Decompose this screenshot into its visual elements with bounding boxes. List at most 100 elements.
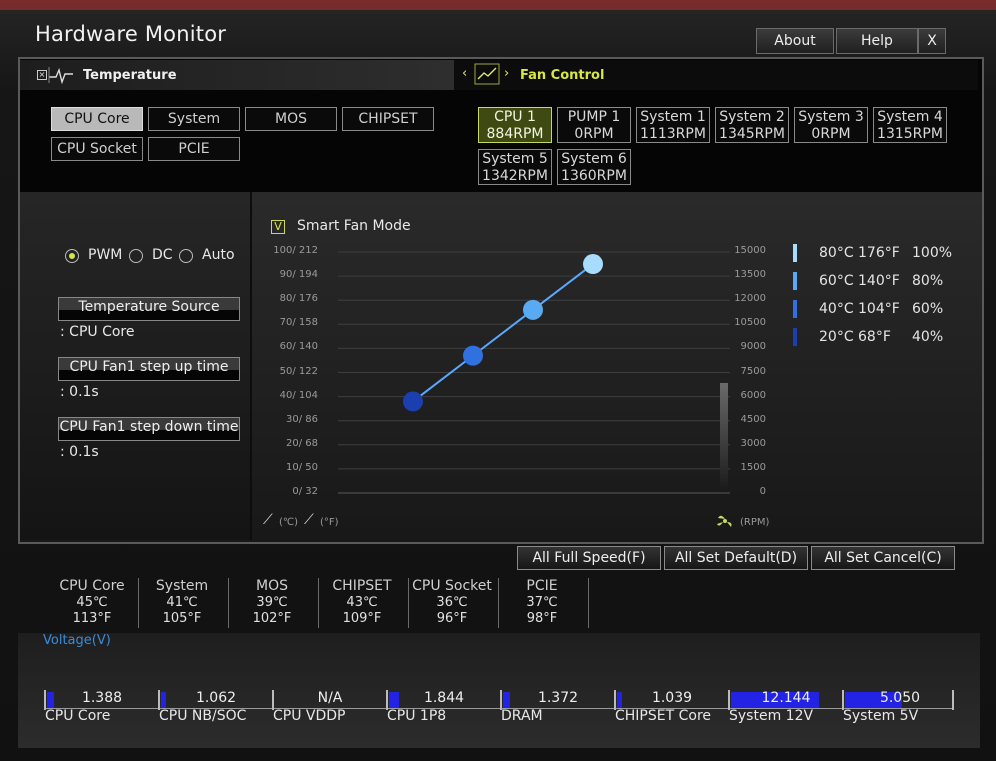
reading-f: 113°F	[72, 611, 112, 626]
voltage-label: CPU NB/SOC	[159, 708, 247, 724]
fan-btn-cpu1[interactable]: CPU 1 884RPM	[478, 107, 552, 143]
thermometer-c-icon: ⟋	[263, 512, 273, 528]
voltage-end-tick	[952, 690, 954, 710]
legend-swatch	[793, 272, 797, 290]
step-up-time-button[interactable]: CPU Fan1 step up time	[58, 357, 240, 381]
temp-tick: 90/ 194	[279, 269, 318, 281]
rpm-tick: 9000	[740, 341, 766, 353]
chevron-left-icon[interactable]: ‹	[462, 66, 467, 81]
voltage-label: System 12V	[729, 708, 814, 724]
legend-swatch	[793, 300, 797, 318]
step-down-time-button[interactable]: CPU Fan1 step down time	[58, 417, 240, 441]
close-button[interactable]: X	[918, 28, 946, 54]
legend-swatch	[793, 244, 797, 262]
temp-tick: 50/ 122	[279, 365, 318, 377]
about-button[interactable]: About	[756, 28, 834, 54]
current-rpm-indicator	[720, 383, 728, 491]
temp-btn-pcie[interactable]: PCIE	[148, 137, 240, 161]
reading-name: PCIE	[526, 578, 558, 594]
temp-btn-cpu-socket[interactable]: CPU Socket	[51, 137, 143, 161]
temp-tick: 0/ 32	[292, 486, 318, 497]
temp-reading: CPU Core 45℃ 113°F	[48, 578, 136, 628]
mode-auto-radio[interactable]	[179, 249, 193, 263]
temp-reading: CPU Socket 36℃ 96°F	[408, 578, 496, 628]
voltage-label: CPU VDDP	[273, 708, 346, 724]
window-title: Hardware Monitor	[35, 22, 227, 46]
rpm-tick: 7500	[740, 365, 766, 377]
curve-point[interactable]	[403, 391, 423, 412]
legend-temp-c_label: 60°C	[819, 273, 854, 289]
unit-fahrenheit: (°F)	[320, 517, 339, 528]
help-button[interactable]: Help	[836, 28, 918, 54]
legend-temp-c_label: 80°C	[819, 245, 854, 261]
reading-name: CPU Core	[59, 578, 125, 594]
reading-f: 98°F	[526, 611, 558, 626]
temp-tick: 100/ 212	[273, 245, 318, 256]
fan-name: System 3	[798, 109, 864, 125]
smart-fan-checkbox[interactable]: V	[271, 220, 285, 234]
thermometer-f-icon: ⟋	[304, 512, 314, 528]
curve-point[interactable]	[463, 345, 483, 366]
temp-btn-cpu-core[interactable]: CPU Core	[51, 107, 143, 131]
unit-celsius: (℃)	[279, 517, 299, 528]
temperature-header-label: Temperature	[83, 68, 177, 83]
smart-fan-label: Smart Fan Mode	[297, 218, 411, 234]
mode-pwm-radio[interactable]	[65, 249, 79, 263]
voltage-tick	[728, 690, 730, 710]
voltage-bar	[503, 692, 510, 708]
fan-rpm: 1345RPM	[719, 126, 785, 142]
temp-tick: 80/ 176	[279, 293, 318, 305]
reading-c: 36℃	[436, 594, 468, 610]
fan-rpm: 1315RPM	[877, 126, 943, 142]
voltage-value: N/A	[317, 690, 343, 706]
voltage-label: CPU Core	[45, 708, 111, 724]
collapse-icon[interactable]: ×	[37, 70, 47, 80]
fan-btn-system5[interactable]: System 5 1342RPM	[478, 149, 552, 185]
temp-reading: CHIPSET 43℃ 109°F	[318, 578, 406, 628]
fan-btn-system4[interactable]: System 4 1315RPM	[873, 107, 947, 143]
fan-rpm: 0RPM	[574, 126, 614, 142]
rpm-tick: 0	[759, 486, 766, 497]
voltage-value: 12.144	[761, 690, 811, 706]
temp-btn-mos[interactable]: MOS	[245, 107, 337, 131]
reading-c: 39℃	[256, 594, 288, 610]
fan-name: System 5	[482, 151, 548, 167]
temperature-source-button[interactable]: Temperature Source	[58, 297, 240, 321]
curve-point[interactable]	[523, 299, 543, 320]
voltage-value: 1.372	[537, 690, 579, 706]
voltage-tick	[272, 690, 274, 710]
fan-curve-graph[interactable]	[252, 240, 792, 530]
fan-btn-system2[interactable]: System 2 1345RPM	[715, 107, 789, 143]
voltage-tick	[158, 690, 160, 710]
legend-swatch	[793, 328, 797, 346]
reading-c: 45℃	[76, 594, 108, 610]
all-full-speed-button[interactable]: All Full Speed(F)	[517, 546, 661, 570]
fan-btn-system6[interactable]: System 6 1360RPM	[557, 149, 631, 185]
fan-name: System 4	[877, 109, 943, 125]
voltage-tick	[614, 690, 616, 710]
voltage-label: CHIPSET Core	[615, 708, 712, 724]
step-up-time-value: : 0.1s	[60, 384, 99, 400]
mode-dc-radio[interactable]	[129, 249, 143, 263]
all-set-default-button[interactable]: All Set Default(D)	[664, 546, 808, 570]
voltage-tick	[842, 690, 844, 710]
fan-btn-system3[interactable]: System 3 0RPM	[794, 107, 868, 143]
fan-control-header-label: Fan Control	[520, 68, 605, 83]
fan-name: System 1	[640, 109, 706, 125]
fan-btn-pump1[interactable]: PUMP 1 0RPM	[557, 107, 631, 143]
temp-tick: 20/ 68	[286, 437, 318, 449]
temp-btn-chipset[interactable]: CHIPSET	[342, 107, 434, 131]
temp-btn-system[interactable]: System	[148, 107, 240, 131]
temp-tick: 60/ 140	[279, 341, 318, 353]
curve-point[interactable]	[583, 254, 603, 275]
voltage-tick	[500, 690, 502, 710]
voltage-label: DRAM	[501, 708, 543, 724]
unit-rpm: (RPM)	[740, 517, 770, 528]
voltage-value: 1.039	[651, 690, 693, 706]
fan-name: CPU 1	[494, 109, 536, 125]
legend-pct: 80%	[912, 273, 944, 289]
fan-btn-system1[interactable]: System 1 1113RPM	[636, 107, 710, 143]
chevron-right-icon[interactable]: ›	[504, 66, 509, 81]
all-set-cancel-button[interactable]: All Set Cancel(C)	[811, 546, 955, 570]
reading-f: 96°F	[436, 611, 468, 626]
